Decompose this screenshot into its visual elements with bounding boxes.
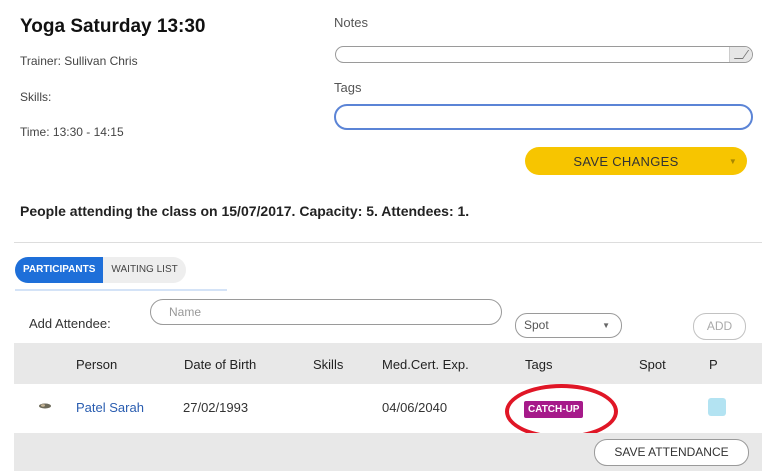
person-link[interactable]: Patel Sarah	[76, 400, 144, 415]
med-cert-exp-cell: 04/06/2040	[382, 400, 448, 415]
tab-participants[interactable]: PARTICIPANTS	[15, 257, 104, 283]
caret-down-icon[interactable]: ▼	[719, 157, 747, 166]
date-of-birth-cell: 27/02/1993	[183, 400, 249, 415]
header-person: Person	[76, 357, 118, 372]
attending-summary: People attending the class on 15/07/2017…	[20, 203, 470, 219]
highlight-ring	[505, 384, 618, 439]
tags-label: Tags	[334, 80, 362, 95]
attendee-name-input[interactable]	[150, 299, 502, 325]
time-label: Time: 13:30 - 14:15	[20, 125, 124, 139]
save-changes-button[interactable]: SAVE CHANGES ▼	[525, 147, 747, 175]
skills-label: Skills:	[20, 90, 52, 104]
class-title: Yoga Saturday 13:30	[20, 16, 206, 37]
spot-select-value: Spot	[524, 318, 549, 332]
notes-textarea[interactable]	[335, 46, 753, 63]
save-attendance-button[interactable]: SAVE ATTENDANCE	[594, 439, 749, 466]
caret-down-icon: ▼	[602, 321, 610, 330]
header-tags: Tags	[525, 357, 553, 372]
resize-grip-icon[interactable]	[729, 47, 752, 62]
add-attendee-label: Add Attendee:	[29, 316, 111, 331]
tags-input[interactable]	[334, 104, 753, 130]
header-date-of-birth: Date of Birth	[184, 357, 257, 372]
header-med-cert-exp: Med.Cert. Exp.	[382, 357, 469, 372]
notes-label: Notes	[334, 15, 368, 30]
add-attendee-button[interactable]: ADD	[693, 313, 746, 340]
header-skills: Skills	[313, 357, 344, 372]
attendee-tabs: PARTICIPANTS WAITING LIST	[15, 257, 186, 283]
spot-select[interactable]: Spot ▼	[515, 313, 622, 338]
section-divider	[14, 242, 762, 243]
save-changes-label: SAVE CHANGES	[573, 153, 679, 169]
present-checkbox[interactable]	[708, 398, 726, 416]
trainer-label: Trainer: Sullivan Chris	[20, 54, 138, 68]
header-spot: Spot	[639, 357, 666, 372]
header-present: P	[709, 357, 718, 372]
tab-waiting-list[interactable]: WAITING LIST	[103, 257, 186, 283]
avatar-icon	[39, 403, 51, 409]
tabs-underline	[15, 289, 227, 291]
